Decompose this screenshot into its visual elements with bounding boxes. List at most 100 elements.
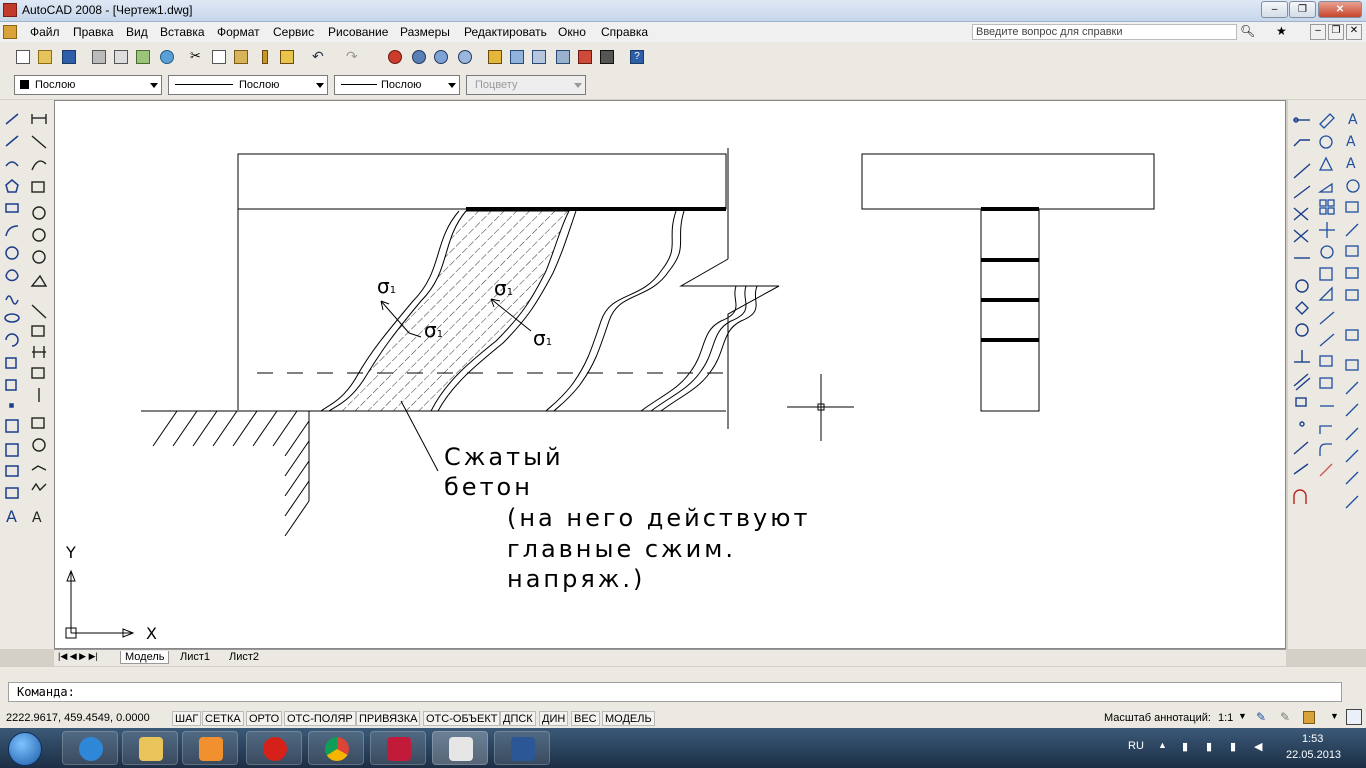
new-file-icon[interactable] <box>14 48 32 66</box>
chevron-down-icon <box>574 83 582 88</box>
language-indicator[interactable]: RU <box>1128 740 1144 752</box>
help-search-icon[interactable]: 🔍︎ <box>1240 24 1258 40</box>
menu-tools[interactable]: Сервис <box>273 25 314 39</box>
taskbar-media-player[interactable] <box>182 731 238 765</box>
menu-window[interactable]: Окно <box>558 25 586 39</box>
copy-icon[interactable] <box>210 48 228 66</box>
help-icon[interactable]: ? <box>628 48 646 66</box>
tab-layout2[interactable]: Лист2 <box>229 651 259 663</box>
redo-icon[interactable]: ↷ <box>344 48 362 66</box>
lineweight-dropdown[interactable]: Послою <box>334 75 460 95</box>
taskbar-file-explorer[interactable] <box>122 731 178 765</box>
model-toggle[interactable]: МОДЕЛЬ <box>602 711 655 726</box>
save-icon[interactable] <box>60 48 78 66</box>
power-icon[interactable]: ▮ <box>1230 740 1236 753</box>
menu-file[interactable]: Файл <box>30 25 60 39</box>
menu-format[interactable]: Формат <box>217 25 260 39</box>
tab-layout1[interactable]: Лист1 <box>180 651 210 663</box>
menu-draw[interactable]: Рисование <box>328 25 388 39</box>
command-line-input[interactable]: Команда: <box>8 682 1342 702</box>
start-button[interactable] <box>8 732 42 766</box>
plot-preview-icon[interactable] <box>112 48 130 66</box>
properties-icon[interactable] <box>486 48 504 66</box>
taskbar: RU ▲ ▮ ▮ ▮ ◀ 1:53 22.05.2013 <box>0 728 1366 768</box>
taskbar-word[interactable] <box>494 731 550 765</box>
snap-toggle[interactable]: ШАГ <box>172 711 202 726</box>
menu-modify[interactable]: Редактировать <box>464 25 547 39</box>
menu-view[interactable]: Вид <box>126 25 148 39</box>
annotation-line-4: главные сжим. <box>507 535 736 563</box>
otrack-toggle[interactable]: ОТС-ОБЪЕКТ <box>423 711 501 726</box>
menu-dimension[interactable]: Размеры <box>400 25 450 39</box>
clock-time[interactable]: 1:53 <box>1302 733 1323 745</box>
taskbar-chrome[interactable] <box>308 731 364 765</box>
svg-text:A: A <box>1346 156 1356 172</box>
taskbar-internet-explorer[interactable] <box>62 731 118 765</box>
polar-toggle[interactable]: ОТС-ПОЛЯР <box>284 711 356 726</box>
chevron-down-icon[interactable]: ▼ <box>1330 711 1339 721</box>
open-file-icon[interactable] <box>36 48 54 66</box>
lwt-toggle[interactable]: ВЕС <box>571 711 600 726</box>
auto-scale-icon[interactable]: ✎ <box>1280 710 1290 724</box>
layout-tabs-bar: |◀ ◀ ▶ ▶| Модель Лист1 Лист2 <box>54 649 1286 666</box>
coordinate-readout: 2222.9617, 459.4549, 0.0000 <box>6 712 150 724</box>
taskbar-autocad[interactable] <box>432 731 488 765</box>
taskbar-opera[interactable] <box>246 731 302 765</box>
3d-dwf-icon[interactable] <box>158 48 176 66</box>
volume-icon[interactable]: ◀ <box>1254 740 1262 753</box>
quickcalc-icon[interactable] <box>598 48 616 66</box>
match-properties-icon[interactable] <box>256 48 274 66</box>
zoom-window-icon[interactable] <box>432 48 450 66</box>
network-icon[interactable]: ▮ <box>1182 740 1188 753</box>
clock-date[interactable]: 22.05.2013 <box>1286 749 1341 761</box>
undo-icon[interactable]: ↶ <box>310 48 328 66</box>
menu-help[interactable]: Справка <box>601 25 648 39</box>
taskbar-3g-modem[interactable] <box>370 731 426 765</box>
drawing-canvas[interactable]: σ1 σ1 σ1 σ1 Сжатый бетон (на него действ… <box>54 100 1286 649</box>
publish-icon[interactable] <box>134 48 152 66</box>
cut-icon[interactable]: ✂ <box>188 48 206 66</box>
section-flange <box>861 153 1155 210</box>
zoom-previous-icon[interactable] <box>456 48 474 66</box>
annotation-scale-value[interactable]: 1:1 <box>1218 712 1233 724</box>
doc-restore-button[interactable]: ❐ <box>1328 24 1344 40</box>
grid-toggle[interactable]: СЕТКА <box>202 711 244 726</box>
minimize-button[interactable]: – <box>1261 1 1288 18</box>
menu-edit[interactable]: Правка <box>73 25 114 39</box>
tool-palettes-icon[interactable] <box>530 48 548 66</box>
doc-minimize-button[interactable]: – <box>1310 24 1326 40</box>
tray-expand-icon[interactable]: ▲ <box>1158 740 1167 750</box>
document-icon[interactable] <box>3 25 17 39</box>
paste-icon[interactable] <box>232 48 250 66</box>
autocad-app-icon[interactable] <box>3 3 17 17</box>
color-dropdown[interactable]: Послою <box>14 75 162 95</box>
block-editor-icon[interactable] <box>278 48 296 66</box>
close-button[interactable]: ✕ <box>1318 1 1362 18</box>
help-search-input[interactable]: Введите вопрос для справки <box>972 24 1237 40</box>
maximize-button[interactable]: ❐ <box>1289 1 1316 18</box>
design-center-icon[interactable] <box>508 48 526 66</box>
lock-icon[interactable] <box>1303 711 1315 724</box>
menu-insert[interactable]: Вставка <box>160 25 205 39</box>
plot-icon[interactable] <box>90 48 108 66</box>
tab-model[interactable]: Модель <box>120 651 170 664</box>
zoom-realtime-icon[interactable] <box>410 48 428 66</box>
ortho-toggle[interactable]: ОРТО <box>246 711 283 726</box>
tab-nav-first-icon[interactable]: |◀ ◀ ▶ ▶| <box>58 651 98 662</box>
sheet-set-icon[interactable] <box>554 48 572 66</box>
drawing-svg[interactable]: σ1 σ1 σ1 σ1 Сжатый бетон (на него действ… <box>55 101 1287 650</box>
pan-icon[interactable] <box>386 48 404 66</box>
crack-2b <box>553 210 685 412</box>
annotation-line-2: бетон <box>444 473 533 501</box>
dyn-toggle[interactable]: ДИН <box>539 711 569 726</box>
doc-close-button[interactable]: ✕ <box>1346 24 1362 40</box>
markup-icon[interactable] <box>576 48 594 66</box>
ducs-toggle[interactable]: ДПСК <box>500 711 536 726</box>
favorites-star-icon[interactable]: ★ <box>1276 24 1292 40</box>
annotation-visibility-icon[interactable]: ✎ <box>1256 710 1266 724</box>
linetype-dropdown[interactable]: Послою <box>168 75 328 95</box>
clean-screen-icon[interactable] <box>1346 709 1362 725</box>
osnap-toggle[interactable]: ПРИВЯЗКА <box>356 711 421 726</box>
action-center-icon[interactable]: ▮ <box>1206 740 1212 753</box>
chevron-down-icon[interactable]: ▼ <box>1238 711 1247 721</box>
